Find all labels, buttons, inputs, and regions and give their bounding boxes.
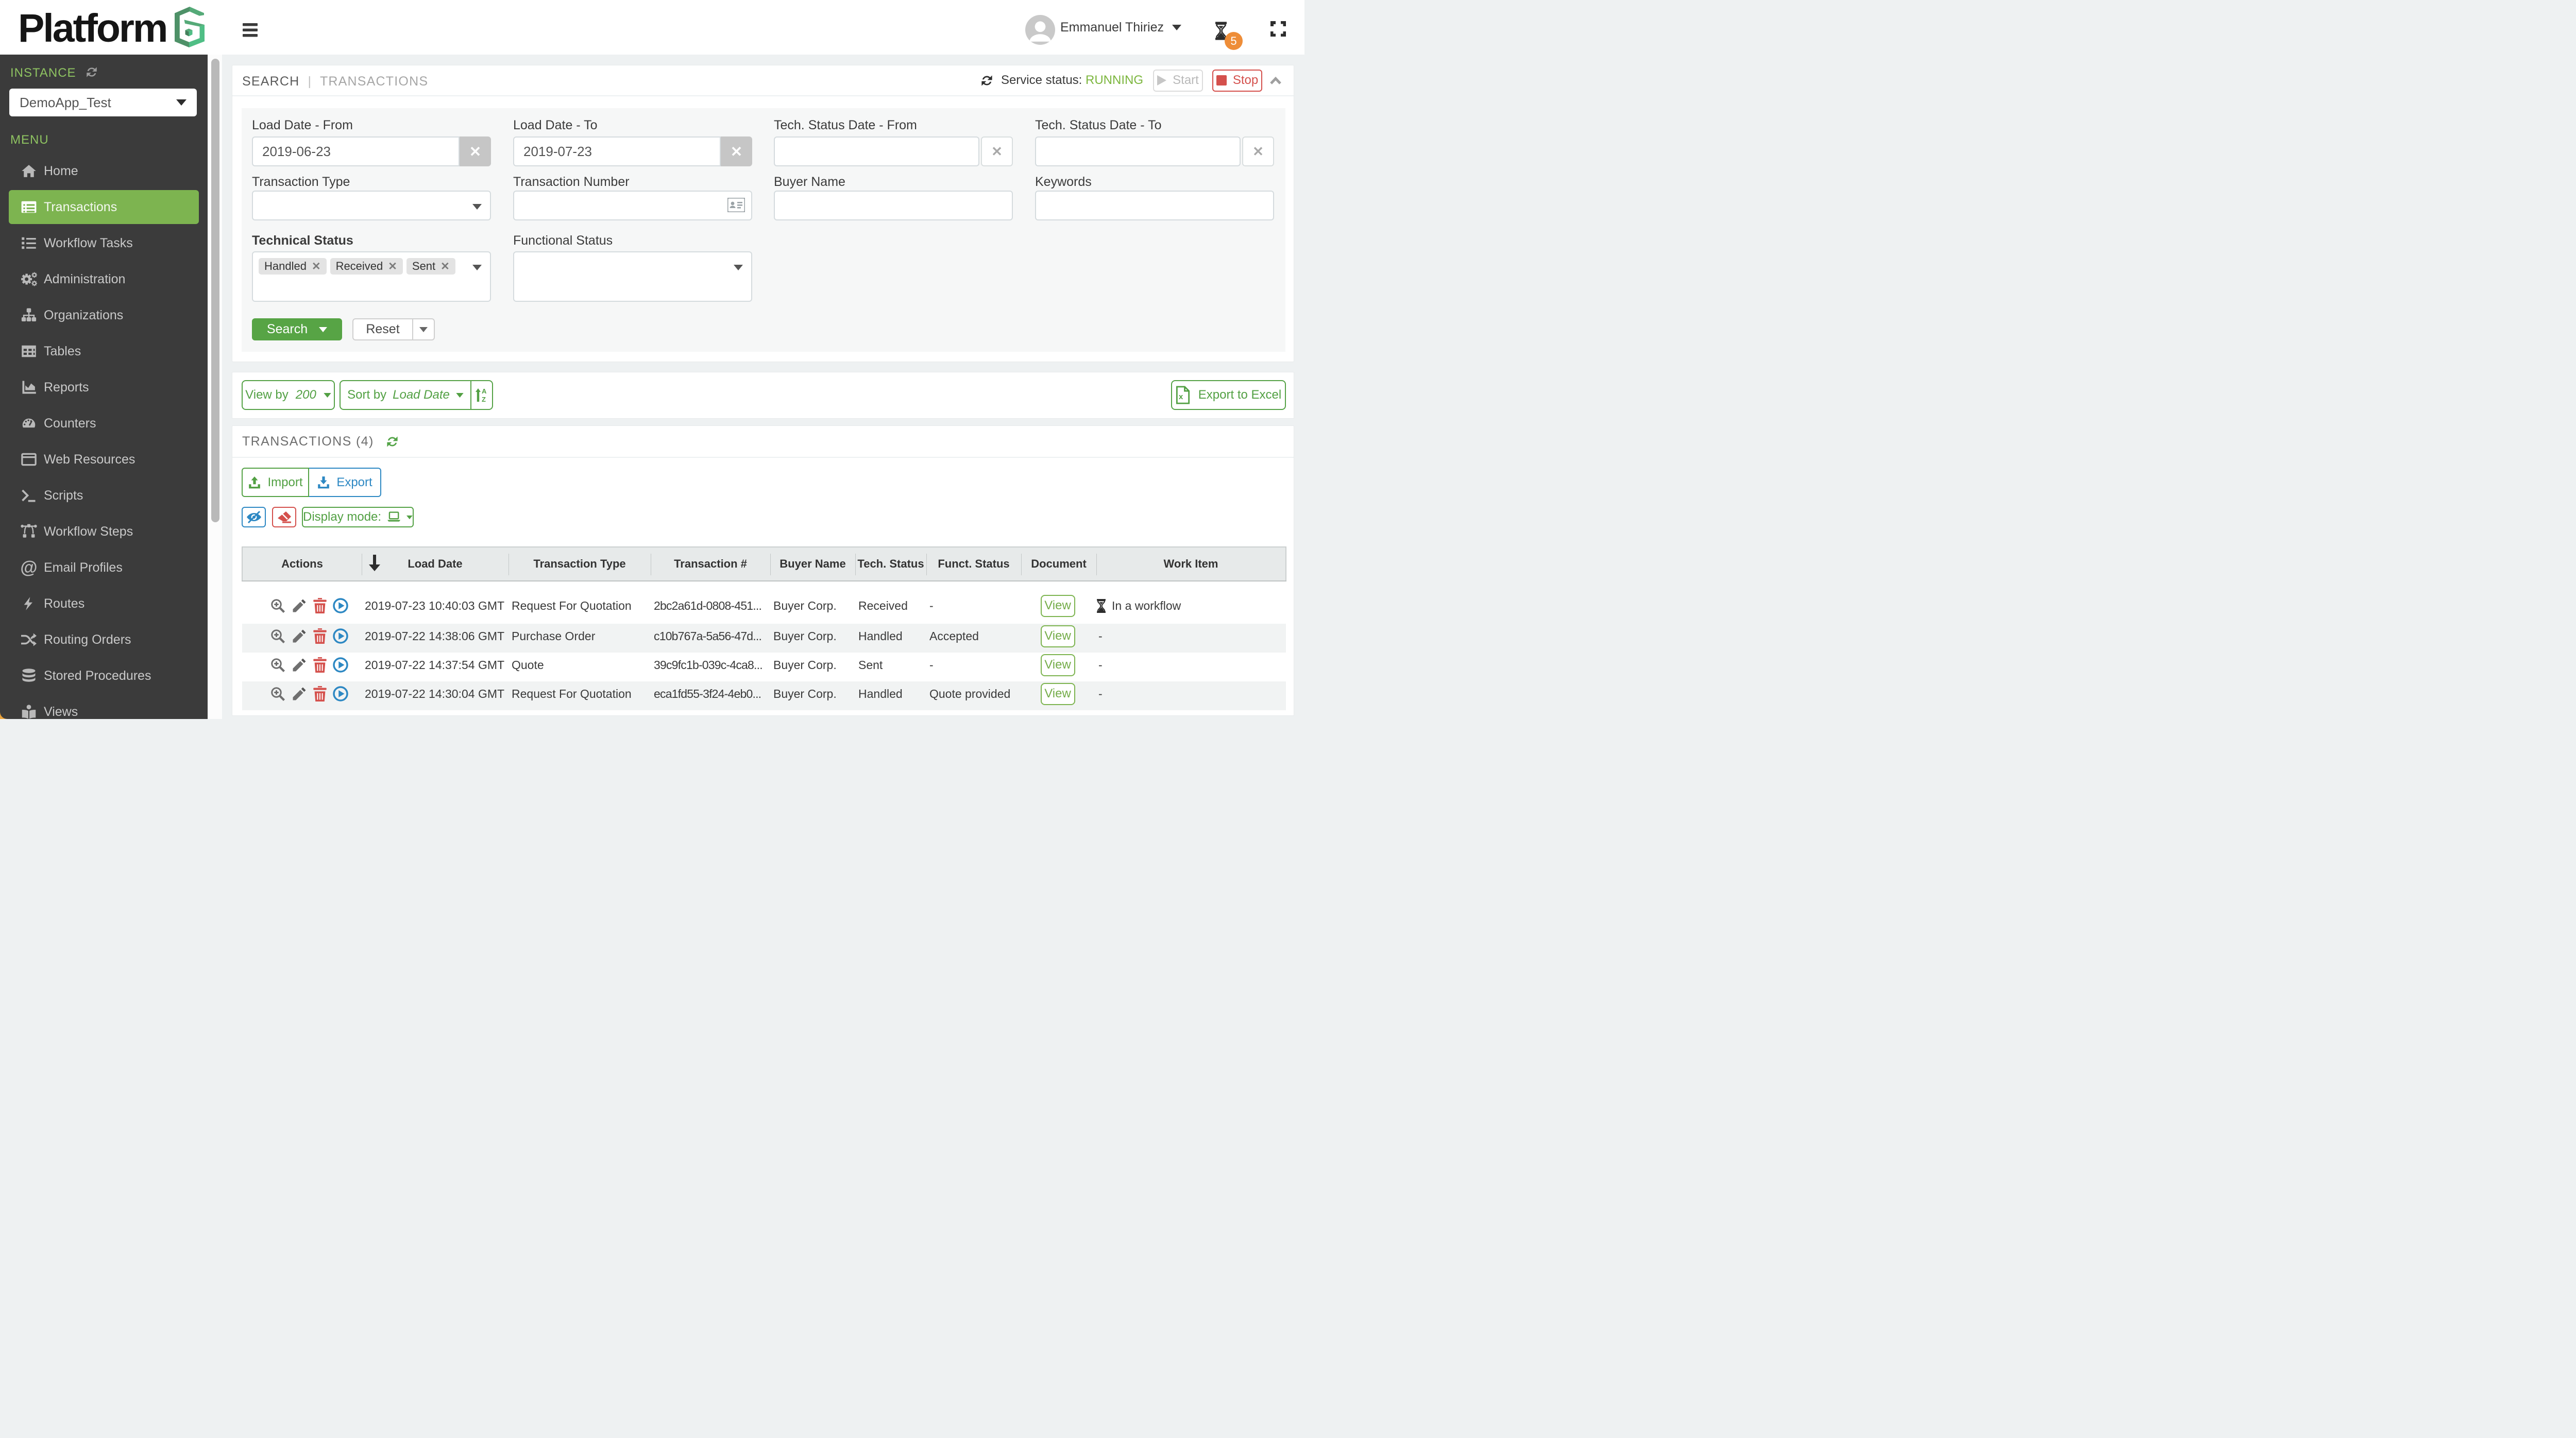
svg-text:x: x [1179,392,1183,401]
svg-text:Z: Z [482,396,486,403]
svg-text:A: A [482,387,487,395]
